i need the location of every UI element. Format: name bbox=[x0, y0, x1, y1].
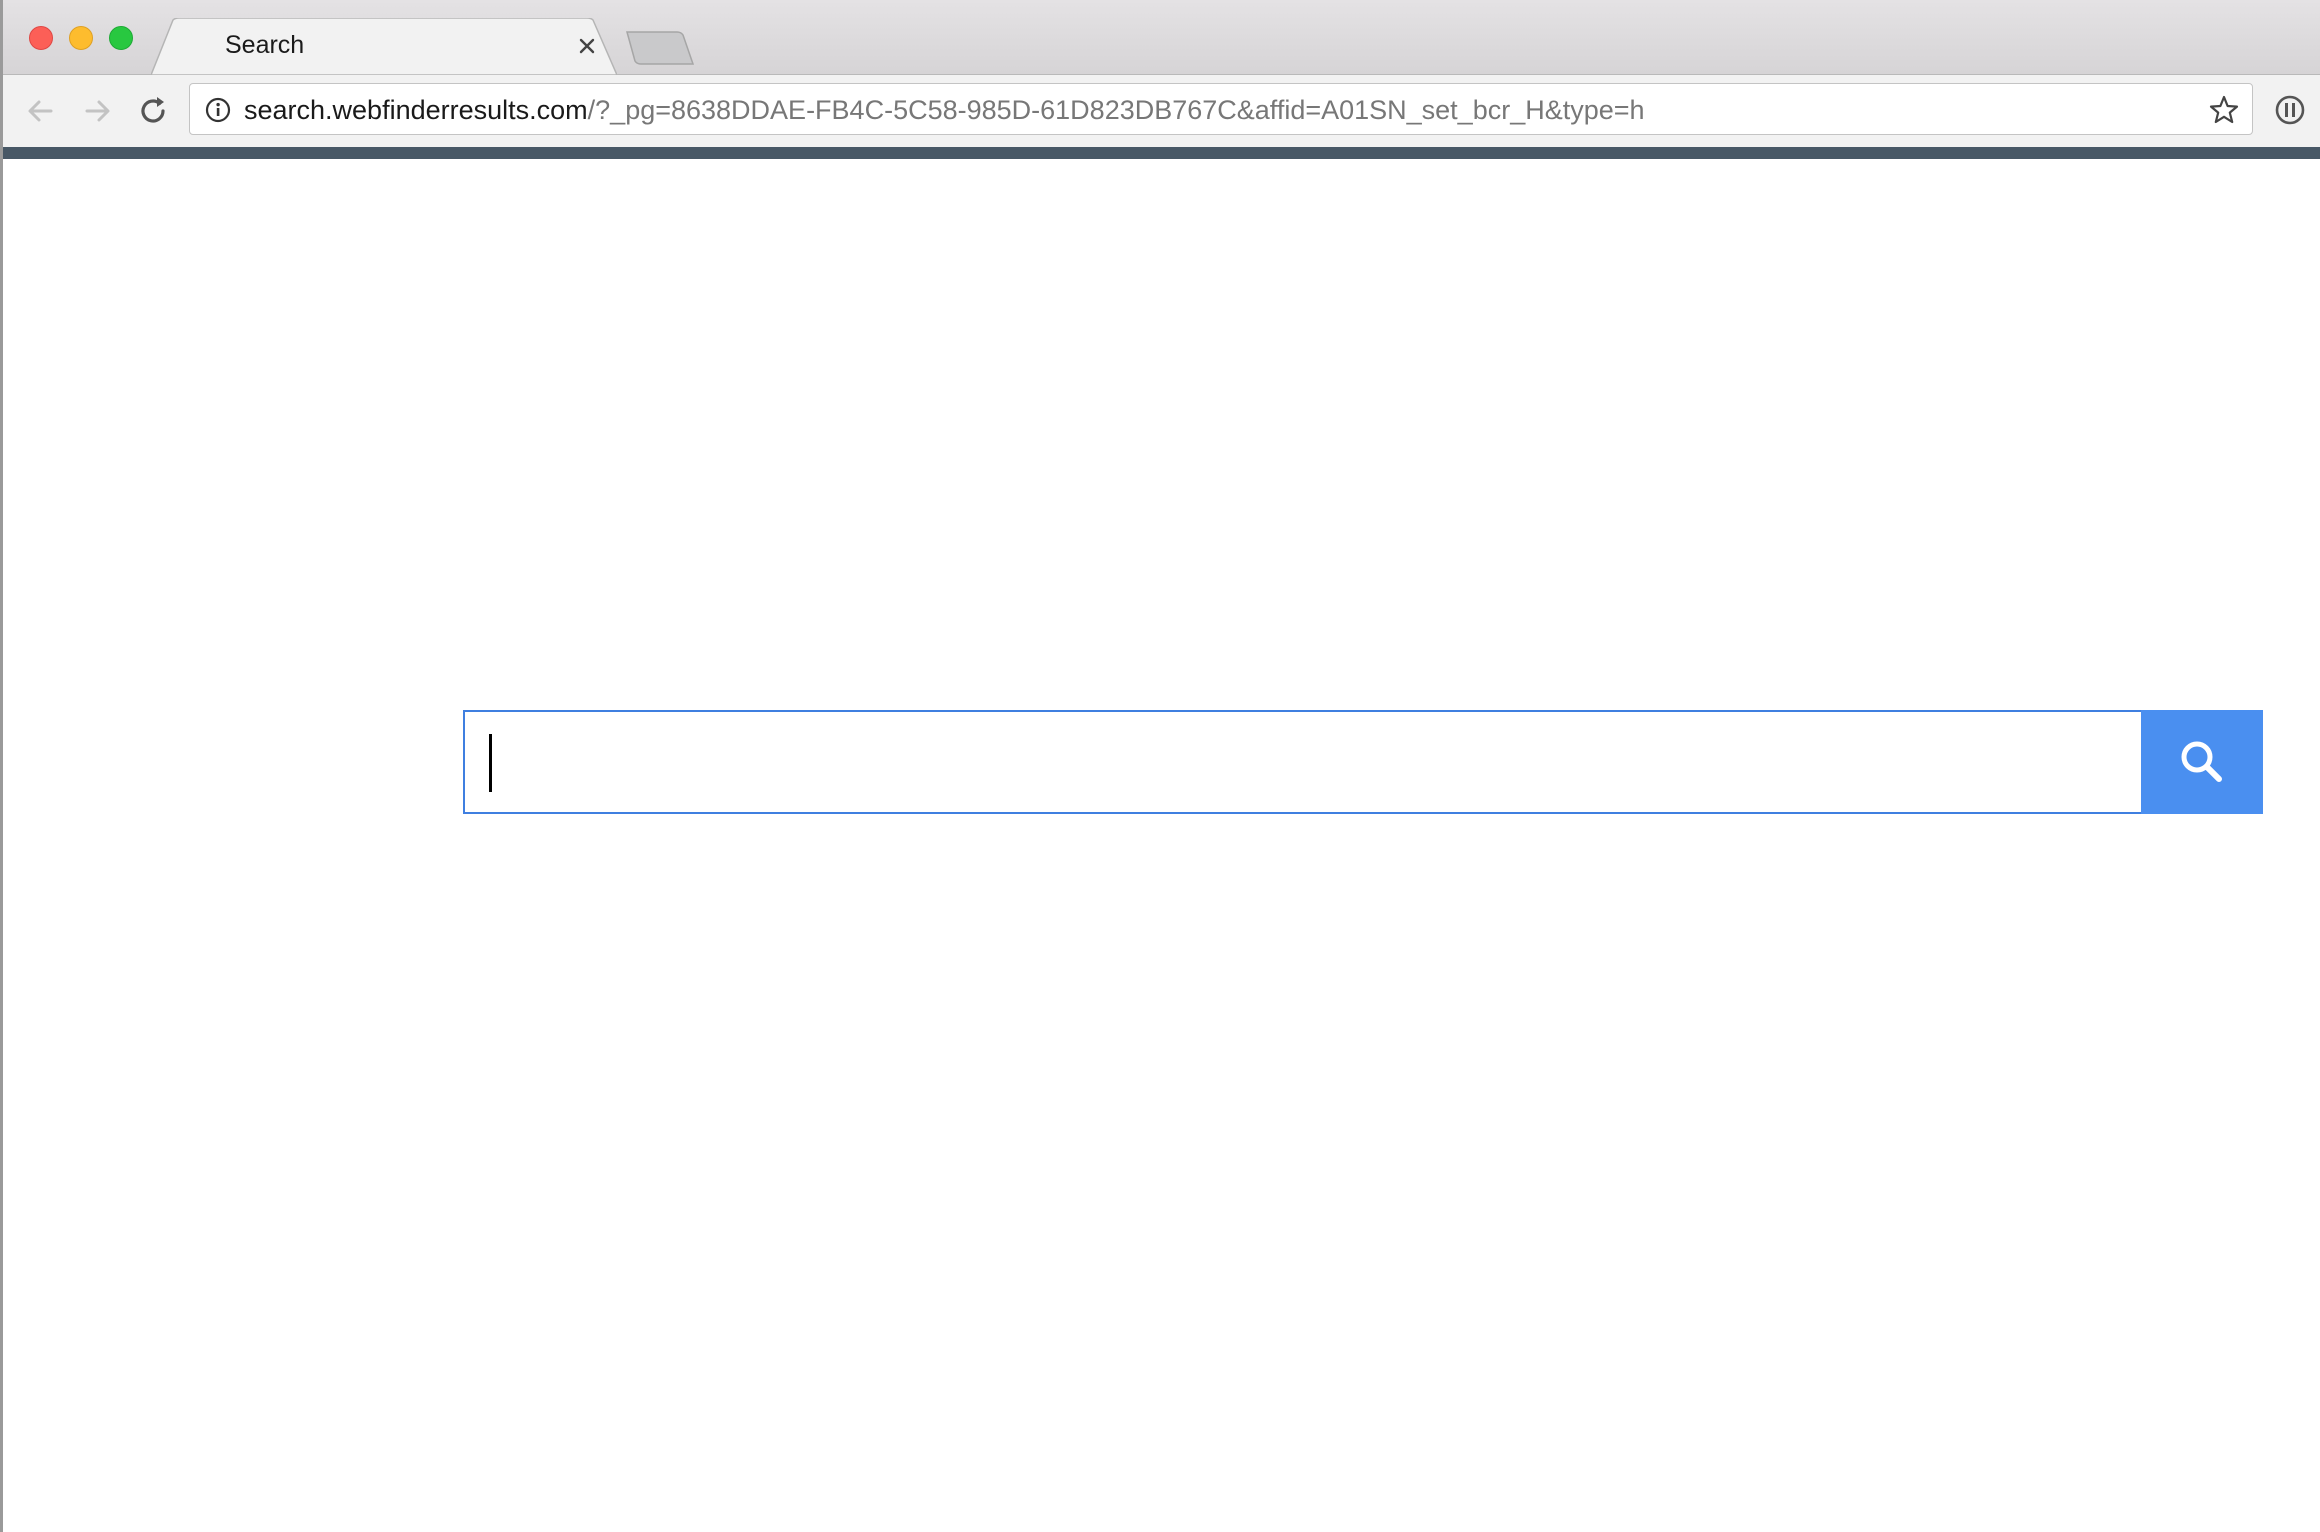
search-form bbox=[463, 710, 2263, 814]
maximize-window-button[interactable] bbox=[109, 26, 133, 50]
search-button[interactable] bbox=[2141, 710, 2263, 814]
browser-window: Search search.webfinderresults.com/?_pg=… bbox=[0, 0, 2320, 1532]
extension-info-icon[interactable] bbox=[2273, 93, 2307, 127]
url-text[interactable]: search.webfinderresults.com/?_pg=8638DDA… bbox=[244, 94, 1645, 126]
url-path: /?_pg=8638DDAE-FB4C-5C58-985D-61D823DB76… bbox=[587, 95, 1645, 125]
tab-strip: Search bbox=[3, 0, 2320, 75]
forward-arrow-icon[interactable] bbox=[77, 91, 117, 131]
page-header-bar bbox=[3, 147, 2320, 159]
tab-search[interactable]: Search bbox=[151, 18, 617, 75]
text-cursor bbox=[489, 734, 492, 792]
minimize-window-button[interactable] bbox=[69, 26, 93, 50]
search-icon bbox=[2181, 741, 2222, 782]
tab-shape bbox=[151, 18, 617, 75]
browser-toolbar: search.webfinderresults.com/?_pg=8638DDA… bbox=[3, 75, 2320, 147]
new-tab-button[interactable] bbox=[625, 30, 695, 66]
back-arrow-icon[interactable] bbox=[21, 91, 61, 131]
close-window-button[interactable] bbox=[29, 26, 53, 50]
reload-icon[interactable] bbox=[133, 91, 173, 131]
bookmark-star-icon[interactable] bbox=[2208, 94, 2240, 126]
address-bar[interactable]: search.webfinderresults.com/?_pg=8638DDA… bbox=[189, 83, 2253, 135]
tab-title: Search bbox=[225, 31, 305, 59]
url-host: search.webfinderresults.com bbox=[244, 95, 588, 125]
info-icon[interactable] bbox=[204, 96, 232, 124]
close-tab-icon[interactable] bbox=[573, 32, 601, 60]
search-input[interactable] bbox=[463, 710, 2143, 814]
